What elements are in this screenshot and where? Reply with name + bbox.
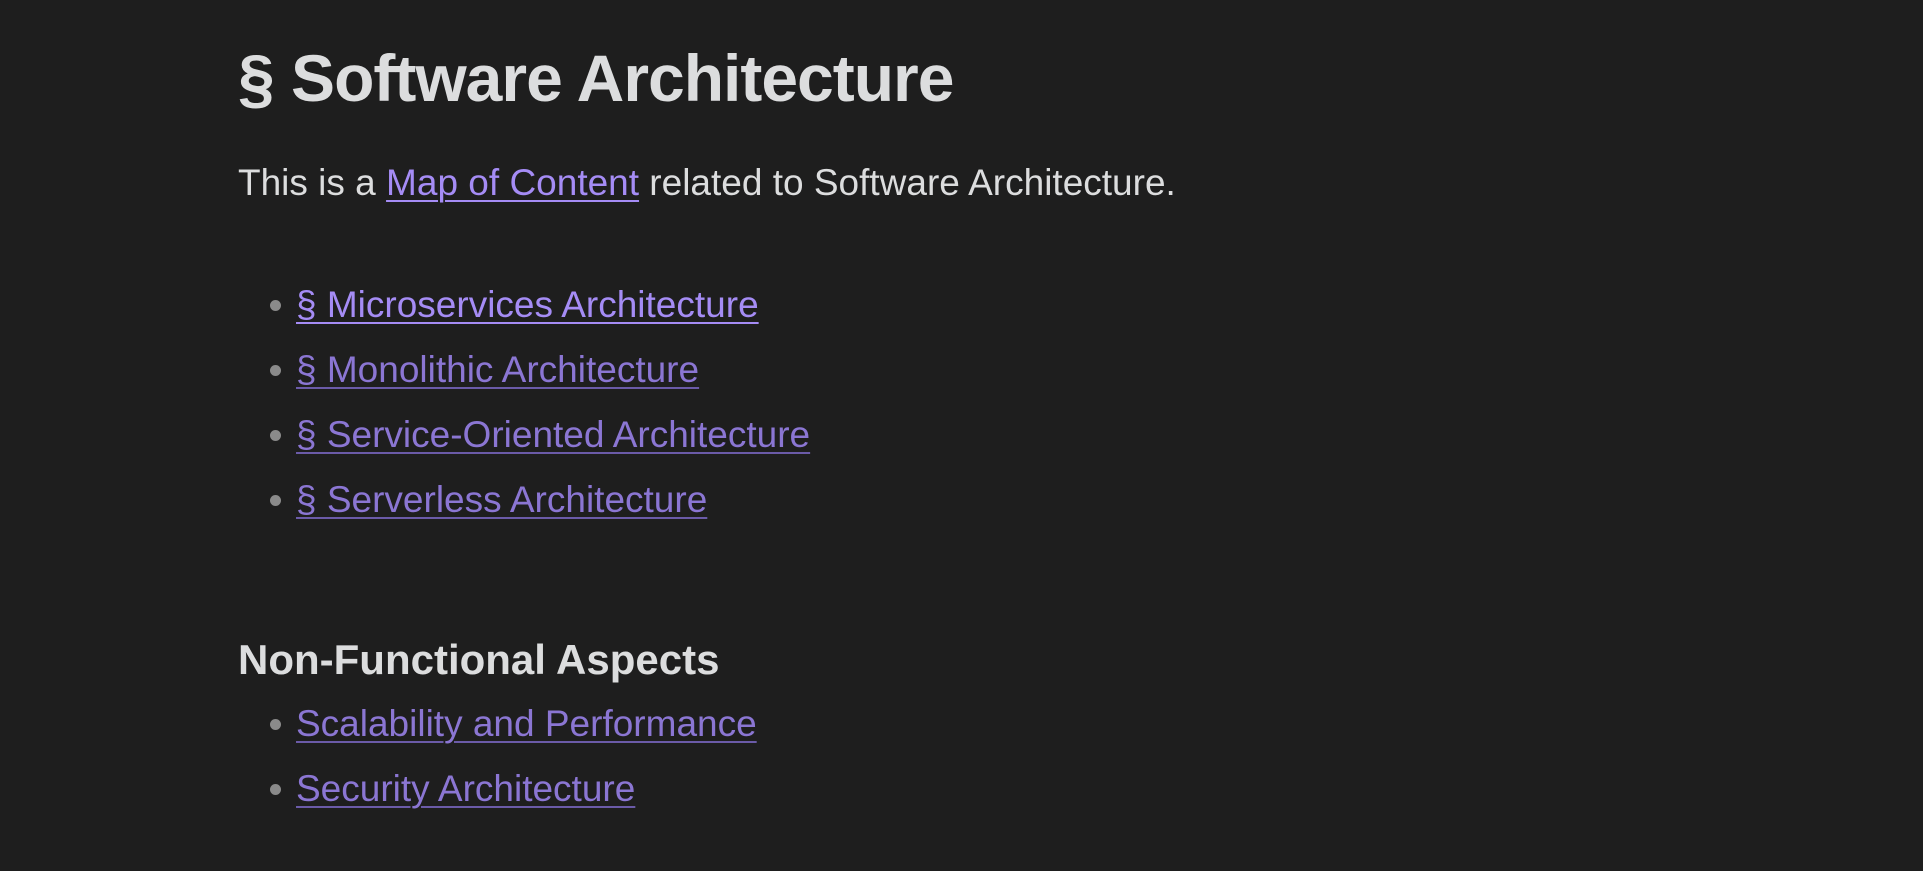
list-item: Scalability and Performance xyxy=(238,699,757,764)
section-heading-non-functional: Non-Functional Aspects xyxy=(238,636,720,683)
bullet-icon xyxy=(270,300,281,311)
list-item: § Monolithic Architecture xyxy=(238,345,810,410)
note-title: § Software Architecture xyxy=(238,41,954,115)
scalability-and-performance-link[interactable]: Scalability and Performance xyxy=(296,703,757,744)
security-architecture-link[interactable]: Security Architecture xyxy=(296,768,635,809)
list-item: § Serverless Architecture xyxy=(238,475,810,540)
list-item: Security Architecture xyxy=(238,764,757,829)
architecture-link-list: § Microservices Architecture § Monolithi… xyxy=(238,280,810,540)
map-of-content-link[interactable]: Map of Content xyxy=(386,162,639,203)
service-oriented-architecture-link[interactable]: § Service-Oriented Architecture xyxy=(296,414,810,455)
non-functional-link-list: Scalability and Performance Security Arc… xyxy=(238,699,757,829)
bullet-icon xyxy=(270,719,281,730)
serverless-architecture-link[interactable]: § Serverless Architecture xyxy=(296,479,707,520)
intro-paragraph: This is a Map of Content related to Soft… xyxy=(238,158,1176,208)
bullet-icon xyxy=(270,365,281,376)
bullet-icon xyxy=(270,430,281,441)
intro-text-after: related to Software Architecture. xyxy=(639,162,1176,203)
intro-text-before: This is a xyxy=(238,162,387,203)
monolithic-architecture-link[interactable]: § Monolithic Architecture xyxy=(296,349,699,390)
microservices-architecture-link[interactable]: § Microservices Architecture xyxy=(296,284,759,325)
bullet-icon xyxy=(270,495,281,506)
list-item: § Service-Oriented Architecture xyxy=(238,410,810,475)
list-item: § Microservices Architecture xyxy=(238,280,810,345)
bullet-icon xyxy=(270,784,281,795)
